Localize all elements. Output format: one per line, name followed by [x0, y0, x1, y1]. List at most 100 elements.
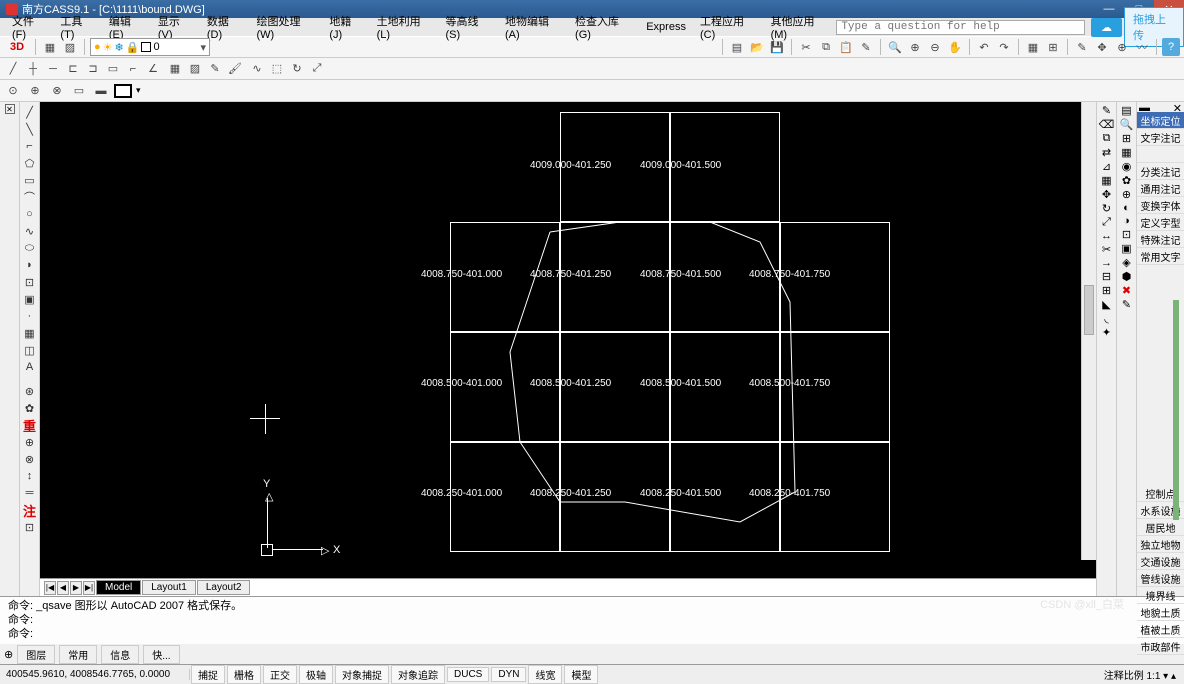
bb-quick[interactable]: 快... — [143, 645, 179, 664]
tab-nav-last[interactable]: ▶| — [83, 581, 95, 595]
draw-circle-icon[interactable]: ○ — [22, 206, 38, 222]
bracket1-icon[interactable]: ⊏ — [64, 60, 82, 78]
rp-special-annot[interactable]: 特殊注记 — [1137, 231, 1184, 248]
rp-class-annot[interactable]: 分类注记 — [1137, 163, 1184, 180]
rp2-independent[interactable]: 独立地物 — [1137, 536, 1184, 553]
rt-stretch-icon[interactable]: ↔ — [1101, 230, 1112, 242]
rt2-8-icon[interactable]: ◑ — [1123, 215, 1130, 227]
spline-icon[interactable]: ∿ — [248, 60, 266, 78]
rt2-9-icon[interactable]: ⊡ — [1122, 228, 1131, 241]
rt-rotate-icon[interactable]: ↻ — [1102, 202, 1111, 215]
rp2-traffic[interactable]: 交通设施 — [1137, 553, 1184, 570]
sb-polar[interactable]: 极轴 — [299, 665, 333, 684]
table-icon[interactable]: ▦ — [1024, 38, 1042, 56]
pt5-icon[interactable]: ▬ — [92, 82, 110, 100]
draw-hatch-icon[interactable]: ▦ — [22, 325, 38, 341]
draw-polygon-icon[interactable]: ⬠ — [22, 155, 38, 171]
menu-landuse[interactable]: 土地利用(L) — [371, 12, 438, 42]
brush-icon[interactable]: ✎ — [206, 60, 224, 78]
pt2-icon[interactable]: ⊕ — [26, 82, 44, 100]
grid-icon[interactable]: ⊞ — [1044, 38, 1062, 56]
draw-ellipse-icon[interactable]: ⬭ — [22, 240, 38, 256]
rp-general-annot[interactable]: 通用注记 — [1137, 180, 1184, 197]
menu-check[interactable]: 检查入库(G) — [569, 12, 638, 42]
draw-spline-icon[interactable]: ∿ — [22, 223, 38, 239]
line-icon[interactable]: ╱ — [4, 60, 22, 78]
mod-3-icon[interactable]: ⊕ — [22, 434, 38, 450]
rt-trim-icon[interactable]: ✂ — [1102, 243, 1111, 256]
menu-contour[interactable]: 等高线(S) — [440, 12, 498, 42]
polyline-icon[interactable]: ⌐ — [124, 60, 142, 78]
pan-icon[interactable]: ✋ — [946, 38, 964, 56]
rt2-7-icon[interactable]: ◐ — [1123, 202, 1130, 214]
sb-ortho[interactable]: 正交 — [263, 665, 297, 684]
minimize-button[interactable]: — — [1094, 0, 1124, 18]
open-icon[interactable]: 📂 — [748, 38, 766, 56]
pt1-icon[interactable]: ⊙ — [4, 82, 22, 100]
paste-icon[interactable]: 📋 — [837, 38, 855, 56]
menu-draw[interactable]: 绘图处理(W) — [250, 12, 321, 42]
rt2-2-icon[interactable]: ⊞ — [1122, 132, 1131, 145]
region-icon[interactable]: ▨ — [186, 60, 204, 78]
sb-osnap[interactable]: 对象捕捉 — [335, 665, 389, 684]
mod-7-icon[interactable]: ⊡ — [22, 519, 38, 535]
mod-1-icon[interactable]: ⊛ — [22, 383, 38, 399]
rt2-4-icon[interactable]: ◉ — [1122, 160, 1132, 173]
rt-scale-icon[interactable]: ⤢ — [1102, 216, 1111, 229]
rt2-search-icon[interactable]: 🔍 — [1120, 118, 1134, 131]
rt-pencil-icon[interactable]: ✎ — [1102, 104, 1111, 117]
xline-icon[interactable]: ┼ — [24, 60, 42, 78]
rt-chamfer-icon[interactable]: ◣ — [1102, 298, 1110, 311]
panel-min-icon[interactable]: ▬ — [1139, 102, 1150, 112]
match-icon[interactable]: ✎ — [857, 38, 875, 56]
scale-icon[interactable]: ⤢ — [308, 60, 326, 78]
line-style-icon[interactable]: 〰 — [1133, 38, 1151, 56]
copy-icon[interactable]: ⧉ — [817, 38, 835, 56]
move-icon[interactable]: ✥ — [1093, 38, 1111, 56]
vertical-scrollbar[interactable] — [1081, 102, 1096, 560]
menu-cadastre[interactable]: 地籍(J) — [323, 12, 368, 42]
mod-5-icon[interactable]: ↕ — [22, 468, 38, 484]
cut-icon[interactable]: ✂ — [797, 38, 815, 56]
draw-point-icon[interactable]: · — [22, 308, 38, 324]
draw-text-icon[interactable]: A — [22, 359, 38, 375]
zoom-previous-icon[interactable]: ⊖ — [926, 38, 944, 56]
redo-icon[interactable]: ↷ — [995, 38, 1013, 56]
paint-icon[interactable]: 🖌 — [226, 60, 244, 78]
bb-info[interactable]: 信息 — [101, 645, 139, 664]
rt2-3-icon[interactable]: ▦ — [1121, 146, 1131, 159]
layer-dropdown[interactable]: ●☀❄🔒 0 ▾ — [90, 38, 210, 56]
rt-erase-icon[interactable]: ⌫ — [1099, 118, 1115, 131]
bb-layer[interactable]: 图层 — [17, 645, 55, 664]
draw-line-icon[interactable]: ╱ — [22, 104, 38, 120]
status-annoscale[interactable]: 注释比例 1:1 ▾ ▴ — [1104, 667, 1184, 682]
bracket2-icon[interactable]: ⊐ — [84, 60, 102, 78]
rp-coord-locate[interactable]: 坐标定位 — [1137, 112, 1184, 129]
rp2-boundary[interactable]: 境界线 — [1137, 587, 1184, 604]
rt2-5-icon[interactable]: ✿ — [1122, 174, 1131, 187]
sb-model[interactable]: 模型 — [564, 665, 598, 684]
rt2-12-icon[interactable]: ⬢ — [1122, 270, 1132, 283]
rt-fillet-icon[interactable]: ◟ — [1104, 312, 1108, 325]
draw-pline-icon[interactable]: ⌐ — [22, 138, 38, 154]
rt2-6-icon[interactable]: ⊕ — [1122, 188, 1131, 201]
pt3-icon[interactable]: ⊗ — [48, 82, 66, 100]
new-icon[interactable]: ▤ — [728, 38, 746, 56]
rp2-vegetation[interactable]: 植被土质 — [1137, 621, 1184, 638]
sb-grid[interactable]: 栅格 — [227, 665, 261, 684]
rp-text-annot[interactable]: 文字注记 — [1137, 129, 1184, 146]
rp-blank[interactable] — [1137, 146, 1184, 163]
mod-red1-icon[interactable]: 重 — [22, 417, 38, 433]
rp2-terrain[interactable]: 地貌土质 — [1137, 604, 1184, 621]
help-search-input[interactable] — [836, 20, 1085, 35]
mod-6-icon[interactable]: ═ — [22, 485, 38, 501]
draw-block-icon[interactable]: ▣ — [22, 291, 38, 307]
tab-nav-first[interactable]: |◀ — [44, 581, 56, 595]
rotate-icon[interactable]: ↻ — [288, 60, 306, 78]
panel-close-icon[interactable]: ✕ — [1173, 102, 1182, 112]
tab-nav-prev[interactable]: ◀ — [57, 581, 69, 595]
rt-copy-icon[interactable]: ⧉ — [1103, 132, 1111, 145]
palette-close-icon[interactable]: ✕ — [5, 104, 15, 114]
rt2-1-icon[interactable]: ▤ — [1121, 104, 1131, 117]
tab-model[interactable]: Model — [96, 580, 141, 595]
